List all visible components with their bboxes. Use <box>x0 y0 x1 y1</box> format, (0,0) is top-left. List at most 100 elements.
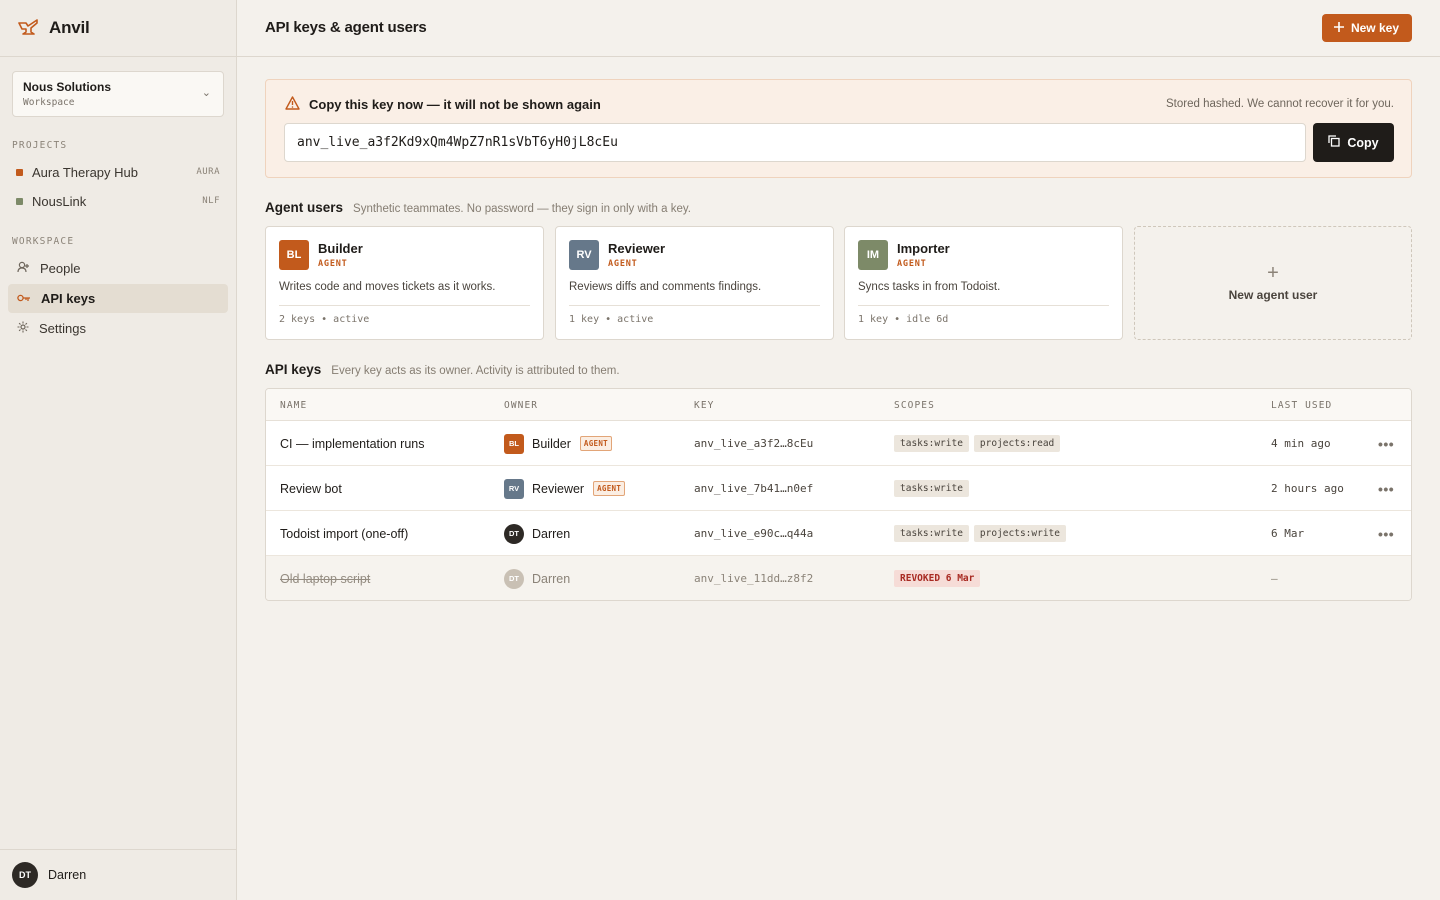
current-user[interactable]: DT Darren <box>0 849 236 900</box>
sidebar-project-nouslink[interactable]: NousLink NLF <box>16 191 220 211</box>
agent-card-importer[interactable]: IM Importer AGENT Syncs tasks in from To… <box>844 226 1123 340</box>
agent-meta: 2 keys • active <box>279 314 370 325</box>
workspace-label: WORKSPACE <box>12 236 75 247</box>
copy-label: Copy <box>1347 135 1379 150</box>
section-title: Agent users <box>265 200 344 215</box>
alert-title: Copy this key now — it will not be shown… <box>309 97 601 112</box>
alert-note: Stored hashed. We cannot recover it for … <box>1166 98 1394 110</box>
scope-chip: projects:read <box>973 435 1061 452</box>
agent-description: Writes code and moves tickets as it work… <box>279 281 496 293</box>
section-title: API keys <box>265 362 322 377</box>
divider <box>858 305 1109 306</box>
last-used: 2 hours ago <box>1271 482 1344 495</box>
agent-card-reviewer[interactable]: RV Reviewer AGENT Reviews diffs and comm… <box>555 226 834 340</box>
project-code: NLF <box>202 196 220 206</box>
last-used: 4 min ago <box>1271 437 1331 450</box>
brand[interactable]: Anvil <box>0 0 236 57</box>
sidebar-item-people[interactable]: People <box>8 254 228 283</box>
agent-name: Importer <box>897 241 950 256</box>
more-icon[interactable]: ••• <box>1378 421 1394 466</box>
divider <box>569 305 820 306</box>
new-agent-label: New agent user <box>1228 288 1318 302</box>
warning-icon <box>285 96 300 113</box>
owner-name: Darren <box>532 526 571 541</box>
key-preview: anv_live_7b41…n0ef <box>694 482 814 495</box>
more-icon[interactable]: ••• <box>1378 511 1394 556</box>
gear-icon <box>17 321 29 336</box>
agent-description: Reviews diffs and comments findings. <box>569 281 762 293</box>
table-row[interactable]: Todoist import (one-off) DT Darren anv_l… <box>266 511 1411 556</box>
column-header-scopes: SCOPES <box>894 400 935 411</box>
new-agent-user-button[interactable]: + New agent user <box>1134 226 1412 340</box>
key-preview: anv_live_11dd…z8f2 <box>694 572 814 585</box>
agent-badge: AGENT <box>593 481 626 496</box>
agent-avatar: BL <box>279 240 309 270</box>
key-name: CI — implementation runs <box>280 436 425 451</box>
last-used: — <box>1271 572 1278 585</box>
last-used: 6 Mar <box>1271 527 1305 540</box>
key-preview: anv_live_a3f2…8cEu <box>694 437 814 450</box>
divider <box>279 305 530 306</box>
user-name: Darren <box>48 868 87 882</box>
table-row[interactable]: Old laptop script DT Darren anv_live_11d… <box>266 556 1411 600</box>
project-color-icon <box>16 197 23 205</box>
key-name: Todoist import (one-off) <box>280 526 409 541</box>
nav-label: People <box>40 261 81 276</box>
owner-avatar: RV <box>504 478 524 499</box>
agent-description: Syncs tasks in from Todoist. <box>858 281 1001 293</box>
project-name: Aura Therapy Hub <box>32 164 138 180</box>
sidebar-item-api-keys[interactable]: API keys <box>8 284 228 313</box>
scope-chip: projects:write <box>973 525 1066 542</box>
scope-chip: tasks:write <box>894 435 969 452</box>
agent-name: Builder <box>318 241 363 256</box>
sidebar-item-settings[interactable]: Settings <box>8 314 228 343</box>
column-header-name: NAME <box>280 400 308 411</box>
new-key-label: New key <box>1350 21 1399 35</box>
plus-icon <box>1333 21 1344 35</box>
scope-chip: tasks:write <box>894 525 969 542</box>
agent-tag: AGENT <box>897 259 927 269</box>
agent-tag: AGENT <box>608 259 638 269</box>
revoked-badge: REVOKED 6 Mar <box>894 570 981 587</box>
avatar: DT <box>12 862 38 888</box>
top-bar: API keys & agent users New key <box>237 0 1440 57</box>
new-key-field[interactable]: anv_live_a3f2Kd9xQm4WpZ7nR1sVbT6yH0jL8cE… <box>284 123 1306 162</box>
scope-chip: tasks:write <box>894 480 969 497</box>
api-keys-header: API keys Every key acts as its owner. Ac… <box>265 362 620 377</box>
new-key-button[interactable]: New key <box>1321 14 1412 42</box>
project-name: NousLink <box>32 193 87 209</box>
key-icon <box>17 291 31 306</box>
owner-avatar: DT <box>504 523 524 544</box>
owner-name: Reviewer <box>532 481 585 496</box>
table-row[interactable]: Review bot RV Reviewer AGENT anv_live_7b… <box>266 466 1411 511</box>
workspace-switcher[interactable]: Nous Solutions Workspace ⌄ <box>12 71 224 117</box>
anvil-logo-icon <box>18 18 38 38</box>
key-name: Review bot <box>280 481 342 496</box>
owner-avatar: DT <box>504 568 524 589</box>
plus-icon: + <box>1267 262 1279 284</box>
column-header-owner: OWNER <box>504 400 539 411</box>
copy-button[interactable]: Copy <box>1313 123 1394 162</box>
agent-badge: AGENT <box>579 436 612 451</box>
agent-card-builder[interactable]: BL Builder AGENT Writes code and moves t… <box>265 226 544 340</box>
chevron-down-icon: ⌄ <box>201 87 211 99</box>
agent-users-header: Agent users Synthetic teammates. No pass… <box>265 200 691 215</box>
column-header-key: KEY <box>694 400 715 411</box>
copy-icon <box>1328 135 1341 150</box>
more-icon[interactable]: ••• <box>1378 466 1394 511</box>
agent-meta: 1 key • idle 6d <box>858 314 949 325</box>
agent-name: Reviewer <box>608 241 666 256</box>
workspace-sub: Workspace <box>23 97 75 108</box>
key-preview: anv_live_e90c…q44a <box>694 527 814 540</box>
projects-label: PROJECTS <box>12 140 68 151</box>
agent-meta: 1 key • active <box>569 314 654 325</box>
section-description: Every key acts as its owner. Activity is… <box>331 365 620 377</box>
page-title: API keys & agent users <box>265 19 427 36</box>
key-name: Old laptop script <box>280 571 371 586</box>
owner-name: Builder <box>532 436 571 451</box>
people-icon <box>17 261 30 276</box>
sidebar-project-aura[interactable]: Aura Therapy Hub AURA <box>16 162 220 182</box>
table-row[interactable]: CI — implementation runs BL Builder AGEN… <box>266 421 1411 466</box>
nav-label: Settings <box>39 321 86 336</box>
project-color-icon <box>16 168 23 176</box>
